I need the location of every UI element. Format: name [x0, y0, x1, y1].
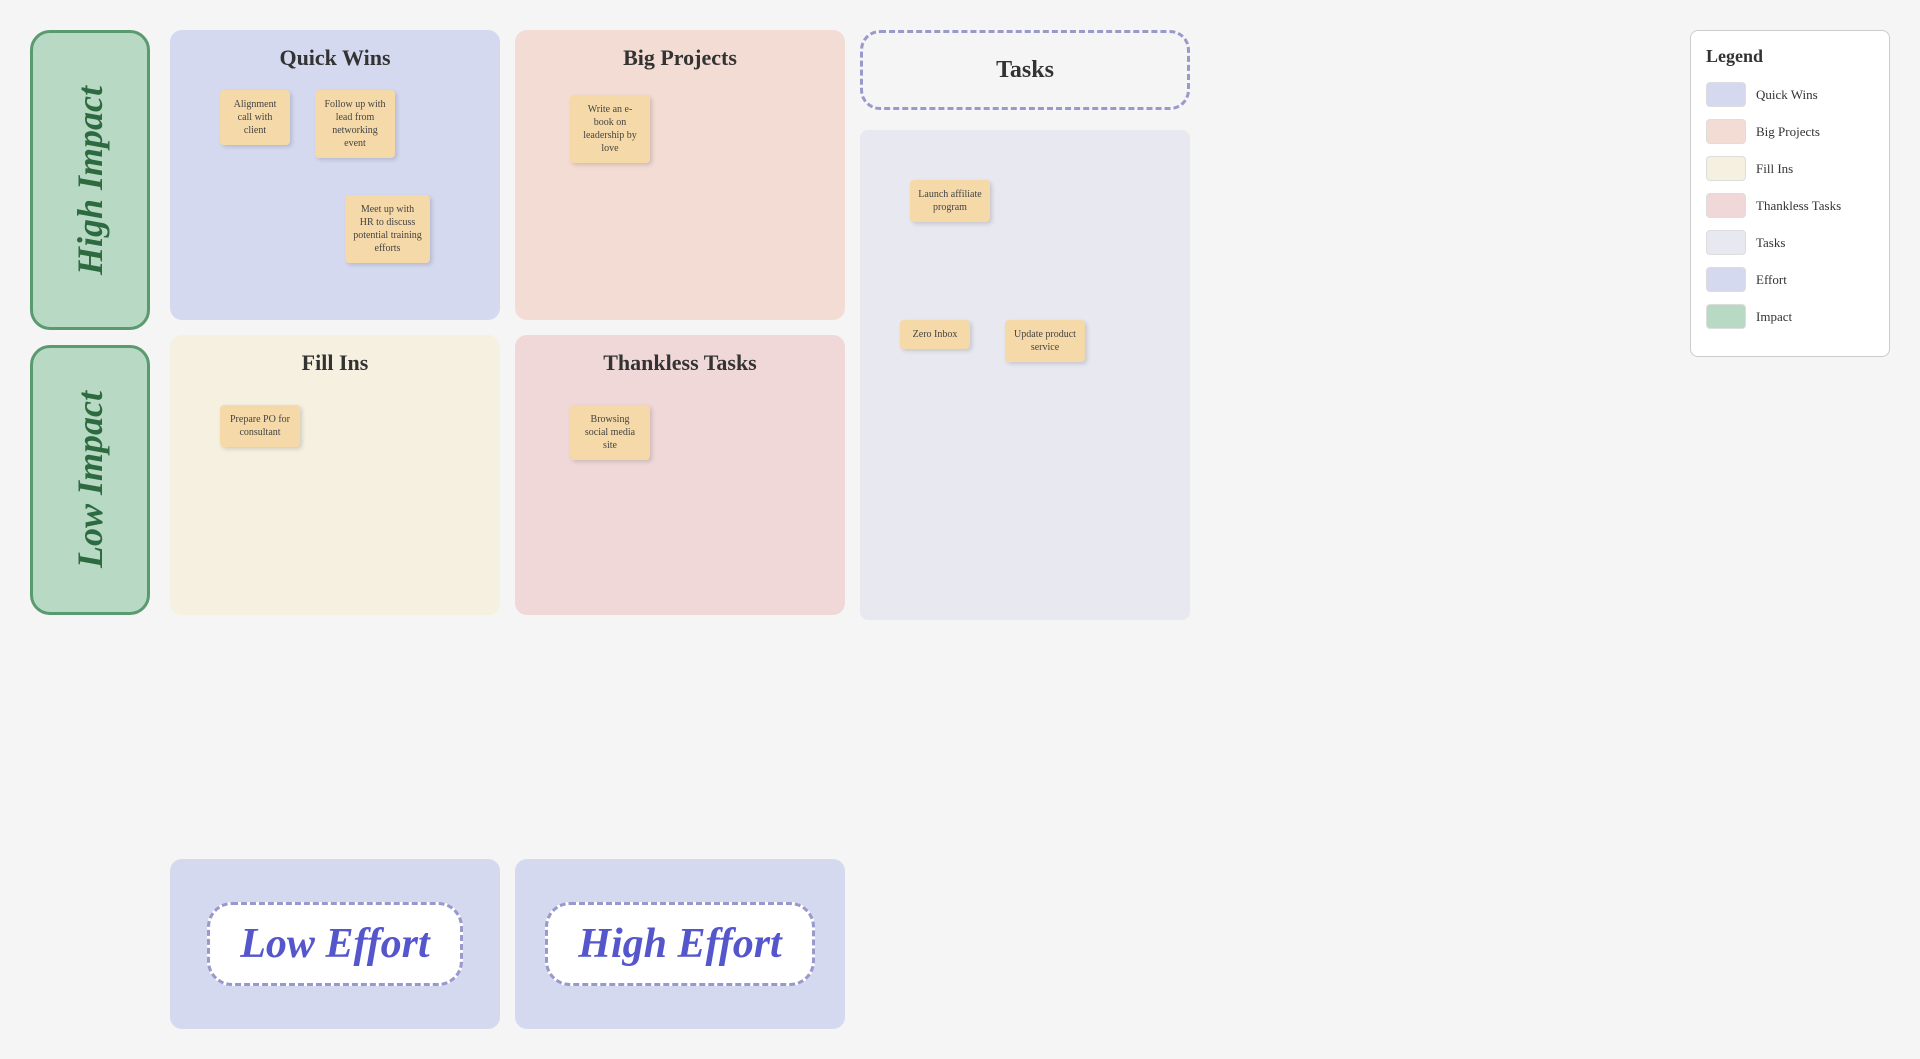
legend-color-effort: [1706, 267, 1746, 292]
sticky-alignment-call[interactable]: Alignment call with client: [220, 90, 290, 145]
legend-label-quick-wins: Quick Wins: [1756, 87, 1818, 103]
effort-section: Low Effort High Effort: [170, 859, 845, 1029]
quick-wins-title: Quick Wins: [170, 30, 500, 81]
legend-label-impact: Impact: [1756, 309, 1792, 325]
sticky-update-product[interactable]: Update product service: [1005, 320, 1085, 362]
legend-color-thankless: [1706, 193, 1746, 218]
thankless-tasks-quadrant: Thankless Tasks Browsing social media si…: [515, 335, 845, 615]
fill-ins-quadrant: Fill Ins Prepare PO for consultant: [170, 335, 500, 615]
legend-item-thankless: Thankless Tasks: [1706, 193, 1874, 218]
legend-item-quick-wins: Quick Wins: [1706, 82, 1874, 107]
legend-color-impact: [1706, 304, 1746, 329]
legend-label-thankless: Thankless Tasks: [1756, 198, 1841, 214]
legend-color-big-projects: [1706, 119, 1746, 144]
tasks-body: Launch affiliate program Zero Inbox Upda…: [860, 130, 1190, 620]
legend-title: Legend: [1706, 46, 1874, 67]
low-effort-label: Low Effort: [207, 902, 462, 986]
sticky-meet-up[interactable]: Meet up with HR to discuss potential tra…: [345, 195, 430, 263]
thankless-tasks-title: Thankless Tasks: [515, 335, 845, 386]
high-impact-label: High Impact: [30, 30, 150, 330]
main-canvas: High Impact Low Impact Quick Wins Alignm…: [0, 0, 1920, 1059]
fill-ins-title: Fill Ins: [170, 335, 500, 386]
low-impact-label: Low Impact: [30, 345, 150, 615]
legend-color-quick-wins: [1706, 82, 1746, 107]
big-projects-title: Big Projects: [515, 30, 845, 81]
legend-item-fill-ins: Fill Ins: [1706, 156, 1874, 181]
high-effort-label: High Effort: [545, 902, 814, 986]
tasks-area: Tasks Launch affiliate program Zero Inbo…: [860, 30, 1190, 615]
sticky-zero-inbox[interactable]: Zero Inbox: [900, 320, 970, 349]
legend-item-tasks: Tasks: [1706, 230, 1874, 255]
high-effort-box: High Effort: [515, 859, 845, 1029]
quick-wins-quadrant: Quick Wins Alignment call with client Fo…: [170, 30, 500, 320]
sticky-ebook[interactable]: Write an e-book on leadership by love: [570, 95, 650, 163]
big-projects-quadrant: Big Projects Write an e-book on leadersh…: [515, 30, 845, 320]
low-effort-box: Low Effort: [170, 859, 500, 1029]
legend-label-tasks: Tasks: [1756, 235, 1785, 251]
sticky-follow-up[interactable]: Follow up with lead from networking even…: [315, 90, 395, 158]
legend-panel: Legend Quick Wins Big Projects Fill Ins …: [1690, 30, 1890, 357]
sticky-launch-affiliate[interactable]: Launch affiliate program: [910, 180, 990, 222]
legend-color-fill-ins: [1706, 156, 1746, 181]
legend-color-tasks: [1706, 230, 1746, 255]
legend-label-fill-ins: Fill Ins: [1756, 161, 1793, 177]
legend-item-big-projects: Big Projects: [1706, 119, 1874, 144]
sticky-browsing[interactable]: Browsing social media site: [570, 405, 650, 460]
legend-item-impact: Impact: [1706, 304, 1874, 329]
legend-item-effort: Effort: [1706, 267, 1874, 292]
legend-label-big-projects: Big Projects: [1756, 124, 1820, 140]
sticky-prepare-po[interactable]: Prepare PO for consultant: [220, 405, 300, 447]
tasks-header: Tasks: [860, 30, 1190, 110]
legend-label-effort: Effort: [1756, 272, 1787, 288]
